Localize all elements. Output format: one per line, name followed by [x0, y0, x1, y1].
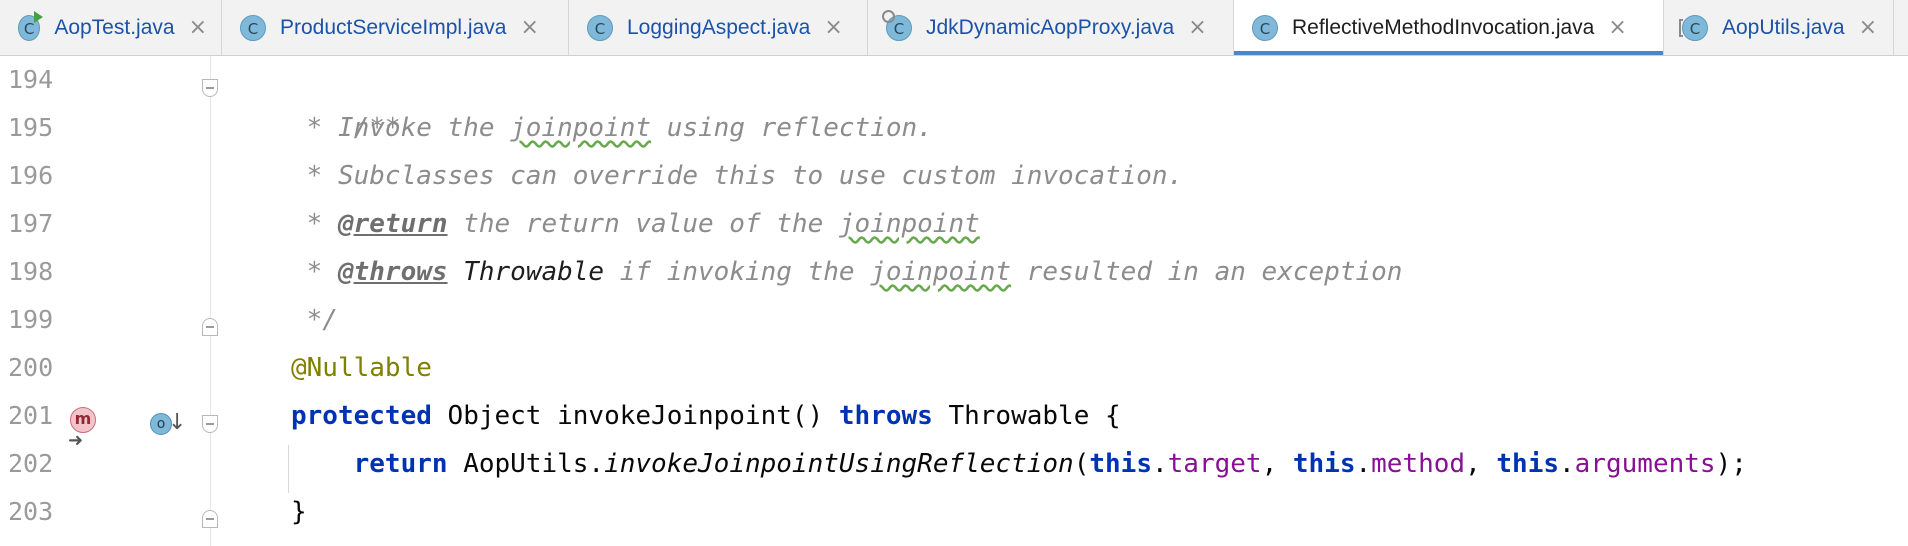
implementations-arrow-icon[interactable]: ↓: [168, 410, 186, 435]
code-text: .: [1151, 449, 1168, 479]
tab-label: AopTest.java: [54, 15, 175, 39]
static-method-call: invokeJoinpointUsingReflection: [604, 449, 1074, 479]
code-editor[interactable]: /** * Invoke the joinpoint using reflect…: [211, 56, 1908, 546]
close-icon[interactable]: ×: [520, 16, 538, 39]
line-number: 194: [8, 65, 54, 94]
indent-guide: [288, 445, 289, 493]
tab-reflectivemethodinvocation[interactable]: C ReflectiveMethodInvocation.java ×: [1234, 0, 1664, 55]
doc-comment: resulted in an exception: [1011, 257, 1403, 287]
keyword: this: [1292, 449, 1356, 479]
code-line-195: * Invoke the joinpoint using reflection.: [291, 104, 933, 152]
doc-comment: * Invoke the: [291, 113, 511, 143]
close-icon[interactable]: ×: [1188, 16, 1206, 39]
doc-comment: using reflection.: [651, 113, 933, 143]
code-line-198: * @throws Throwable if invoking the join…: [291, 248, 1403, 296]
editor-gutter[interactable]: 194 195 196 197 198 199 200 201 202 203: [0, 56, 210, 546]
line-number: 195: [8, 113, 54, 142]
field-ref: target: [1167, 449, 1262, 479]
editor-tab-bar: C AopTest.java × C ProductServiceImpl.ja…: [0, 0, 1908, 56]
doc-comment: * Subclasses can override this to use cu…: [291, 161, 1184, 191]
doc-comment-typo: joinpoint: [510, 113, 652, 143]
code-text: AopUtils.: [447, 449, 605, 479]
tab-aoptest[interactable]: C AopTest.java ×: [0, 0, 222, 55]
code-text: (: [1073, 449, 1090, 479]
line-number: 202: [8, 449, 54, 478]
code-text: Throwable {: [932, 401, 1121, 431]
abstract-class-icon: C: [1679, 14, 1708, 41]
close-icon[interactable]: ×: [189, 16, 207, 39]
doc-comment: *: [291, 257, 338, 287]
code-text: ,: [1465, 449, 1497, 479]
tab-label: ProductServiceImpl.java: [280, 15, 507, 39]
code-line-202: return AopUtils.invokeJoinpointUsingRefl…: [291, 440, 1747, 488]
tab-label: ReflectiveMethodInvocation.java: [1292, 15, 1595, 39]
close-icon[interactable]: ×: [824, 16, 842, 39]
code-line-201: protected Object invokeJoinpoint() throw…: [291, 392, 1121, 440]
doc-comment: the return value of the: [447, 209, 839, 239]
field-ref: arguments: [1574, 449, 1716, 479]
annotation: @Nullable: [291, 353, 432, 383]
code-text: ,: [1261, 449, 1293, 479]
line-number: 196: [8, 161, 54, 190]
tab-aoputils[interactable]: C AopUtils.java ×: [1664, 0, 1894, 55]
doc-reference: Throwable: [447, 257, 605, 287]
class-icon: C: [240, 14, 266, 41]
code-text: .: [1355, 449, 1372, 479]
keyword: this: [1089, 449, 1152, 479]
arrow-right-icon: ➜: [68, 430, 84, 451]
doc-comment: if invoking the: [604, 257, 871, 287]
doc-comment: *: [291, 209, 338, 239]
tab-label: AopUtils.java: [1722, 15, 1845, 39]
tab-label: JdkDynamicAopProxy.java: [926, 15, 1175, 39]
code-text: );: [1715, 449, 1747, 479]
close-icon[interactable]: ×: [1608, 16, 1626, 39]
code-text: .: [1559, 449, 1575, 479]
code-line-197: * @return the return value of the joinpo…: [291, 200, 980, 248]
tab-loggingaspect[interactable]: C LoggingAspect.java ×: [569, 0, 868, 55]
code-text: Object invokeJoinpoint(): [431, 401, 839, 431]
keyword: this: [1496, 449, 1560, 479]
class-locked-icon: C: [882, 9, 912, 41]
class-icon: C: [1252, 14, 1278, 41]
class-icon: C: [587, 14, 613, 41]
doc-comment-typo: joinpoint: [838, 209, 980, 239]
doc-comment: */: [291, 305, 338, 335]
line-number: 199: [8, 305, 54, 334]
keyword: return: [353, 449, 448, 479]
code-line-196: * Subclasses can override this to use cu…: [291, 152, 1184, 200]
line-number: 198: [8, 257, 54, 286]
tab-label: LoggingAspect.java: [627, 15, 811, 39]
code-line-200: @Nullable: [291, 344, 432, 392]
code-line-194: /**: [291, 56, 401, 143]
tab-productserviceimpl[interactable]: C ProductServiceImpl.java ×: [222, 0, 569, 55]
keyword: throws: [838, 401, 933, 431]
doc-comment-typo: joinpoint: [870, 257, 1012, 287]
code-line-199: */: [291, 296, 338, 344]
line-number: 200: [8, 353, 54, 382]
doc-tag: @return: [337, 209, 448, 239]
code-line-203: }: [291, 488, 307, 536]
field-ref: method: [1371, 449, 1466, 479]
line-number: 201: [8, 401, 54, 430]
keyword: protected: [291, 401, 432, 431]
class-run-icon: C: [18, 10, 44, 41]
code-text: }: [291, 497, 307, 527]
line-number: 197: [8, 209, 54, 238]
doc-tag: @throws: [337, 257, 448, 287]
tab-jdkdynamicaopproxy[interactable]: C JdkDynamicAopProxy.java ×: [868, 0, 1234, 55]
close-icon[interactable]: ×: [1859, 16, 1877, 39]
line-number: 203: [8, 497, 54, 526]
